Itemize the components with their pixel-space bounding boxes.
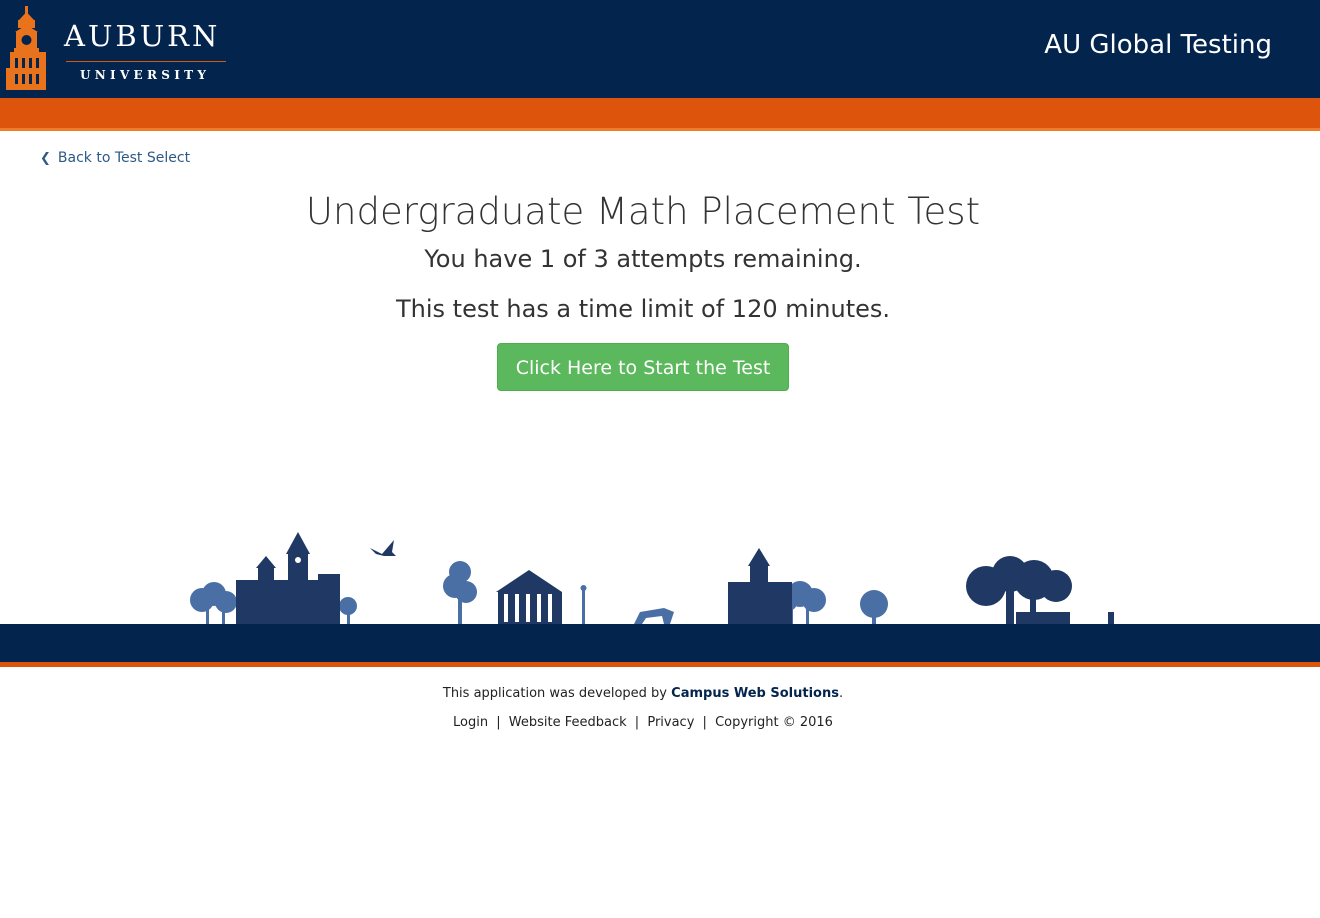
copyright-text: Copyright © 2016 (715, 715, 833, 730)
link-separator: | (702, 715, 707, 730)
footer-bar (0, 624, 1320, 667)
campus-skyline-illustration (190, 532, 1114, 624)
attempts-remaining-text: You have 1 of 3 attempts remaining. (424, 245, 862, 273)
credit-suffix: . (838, 686, 844, 701)
footer-links: Login | Website Feedback | Privacy | Cop… (0, 715, 1286, 730)
site-title: AU Global Testing (1044, 30, 1272, 60)
page-title: Undergraduate Math Placement Test (305, 190, 981, 233)
chevron-left-icon: ❮ (40, 150, 51, 166)
credit-prefix: This application was developed by (442, 686, 668, 701)
website-feedback-link[interactable]: Website Feedback (509, 715, 627, 730)
logo-wordmark: AUBURN (64, 19, 221, 53)
start-test-button[interactable]: Click Here to Start the Test (496, 343, 790, 391)
developer-name: Campus Web Solutions (671, 686, 839, 701)
privacy-link[interactable]: Privacy (647, 715, 694, 730)
back-link-label: Back to Test Select (57, 150, 191, 166)
header-accent-band (0, 98, 1320, 131)
developer-credit: This application was developed by Campus… (0, 686, 1286, 701)
test-info-panel: Undergraduate Math Placement Test You ha… (0, 186, 1286, 391)
logo-divider (66, 61, 226, 62)
logo-subtext: UNIVERSITY (80, 68, 211, 82)
site-header: AUBURN UNIVERSITY AU Global Testing (0, 0, 1320, 98)
back-to-test-select-link[interactable]: ❮ Back to Test Select (40, 150, 190, 166)
time-limit-text: This test has a time limit of 120 minute… (395, 295, 891, 323)
link-separator: | (496, 715, 501, 730)
login-link[interactable]: Login (453, 715, 488, 730)
samford-hall-tower-icon (6, 6, 46, 90)
skyline-buildings-dark (236, 532, 1114, 624)
link-separator: | (634, 715, 640, 730)
auburn-university-logo[interactable]: AUBURN UNIVERSITY (0, 0, 240, 98)
